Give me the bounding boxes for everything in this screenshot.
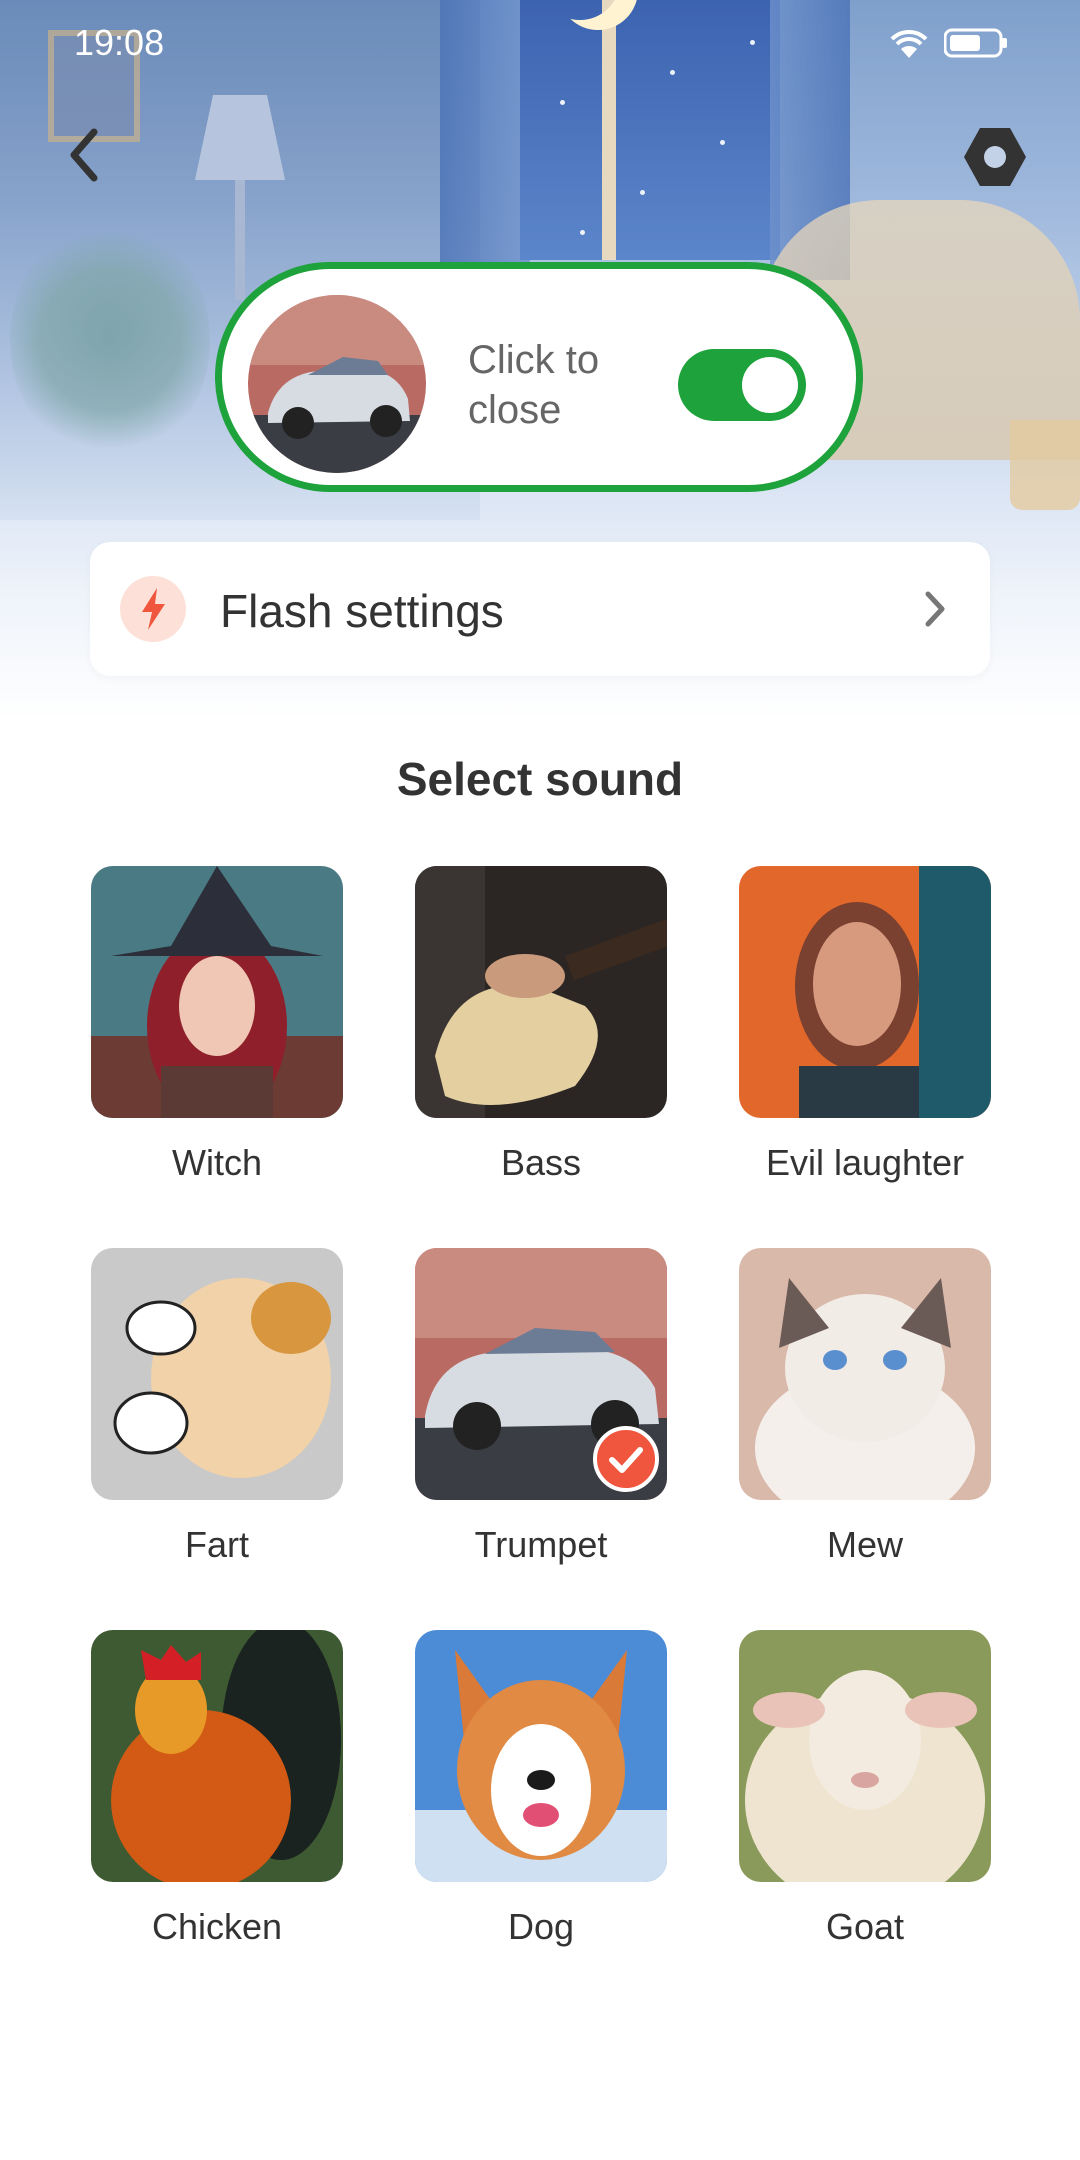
trumpet-thumbnail bbox=[415, 1248, 667, 1500]
fart-thumbnail bbox=[91, 1248, 343, 1500]
sound-item-dog[interactable]: Dog bbox=[415, 1630, 667, 1948]
chicken-thumbnail bbox=[91, 1630, 343, 1882]
witch-thumbnail bbox=[91, 866, 343, 1118]
sound-item-mew[interactable]: Mew bbox=[739, 1248, 991, 1566]
sound-label: Mew bbox=[826, 1524, 903, 1565]
flash-icon bbox=[120, 576, 186, 642]
selected-sound-thumbnail bbox=[248, 295, 426, 473]
chevron-right-icon bbox=[925, 591, 945, 627]
flash-toggle-card[interactable]: Click to close bbox=[215, 262, 863, 492]
gear-icon bbox=[964, 128, 1026, 186]
sound-label: Evil laughter bbox=[765, 1142, 965, 1183]
sound-label: Bass bbox=[500, 1142, 582, 1183]
flash-settings-row[interactable]: Flash settings bbox=[90, 542, 990, 676]
chevron-left-icon bbox=[70, 128, 98, 182]
settings-button[interactable] bbox=[962, 124, 1028, 190]
sound-label: Trumpet bbox=[474, 1524, 608, 1565]
sound-item-goat[interactable]: Goat bbox=[739, 1630, 991, 1948]
sound-item-witch[interactable]: Witch bbox=[91, 866, 343, 1184]
sound-label: Goat bbox=[825, 1906, 905, 1947]
evil-laughter-thumbnail bbox=[739, 866, 991, 1118]
mew-thumbnail bbox=[739, 1248, 991, 1500]
select-sound-title: Select sound bbox=[396, 753, 684, 805]
sound-label: Chicken bbox=[151, 1906, 283, 1947]
selected-check-icon bbox=[593, 1426, 659, 1492]
sound-label: Fart bbox=[184, 1524, 249, 1565]
wifi-icon bbox=[890, 29, 928, 58]
sound-item-trumpet[interactable]: Trumpet bbox=[415, 1248, 667, 1566]
sound-item-evil-laughter[interactable]: Evil laughter bbox=[739, 866, 991, 1184]
flash-toggle-switch[interactable] bbox=[678, 349, 806, 421]
goat-thumbnail bbox=[739, 1630, 991, 1882]
toggle-knob bbox=[742, 357, 798, 413]
status-bar: 19:08 bbox=[0, 0, 1080, 86]
flash-settings-label: Flash settings bbox=[220, 585, 504, 637]
dog-thumbnail bbox=[415, 1630, 667, 1882]
status-time: 19:08 bbox=[74, 22, 165, 63]
back-button[interactable] bbox=[60, 124, 110, 186]
sound-item-bass[interactable]: Bass bbox=[415, 866, 667, 1184]
sound-label: Dog bbox=[507, 1906, 575, 1947]
toggle-label: Click to close bbox=[468, 338, 600, 432]
sound-item-fart[interactable]: Fart bbox=[91, 1248, 343, 1566]
sound-item-chicken[interactable]: Chicken bbox=[91, 1630, 343, 1948]
bass-thumbnail bbox=[415, 866, 667, 1118]
sound-label: Witch bbox=[172, 1142, 262, 1183]
battery-icon bbox=[944, 28, 1007, 58]
